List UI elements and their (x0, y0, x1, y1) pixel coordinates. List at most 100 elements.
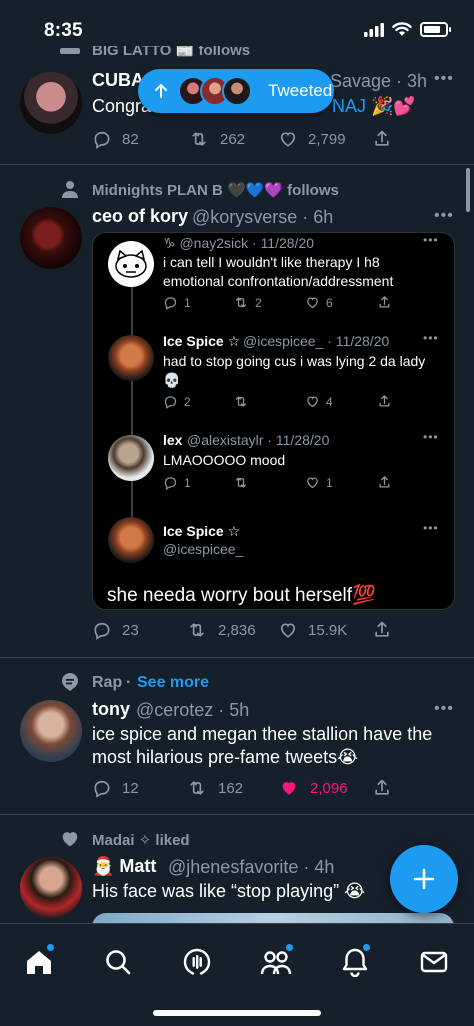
quote-like: 1 (305, 475, 333, 490)
reply-count: 1 (184, 475, 191, 490)
quote-handle: @icespicee_ · 11/28/20 (243, 333, 390, 349)
tweet-author-handle[interactable]: @cerotez · 5h (136, 700, 249, 721)
reply-count: 1 (184, 295, 191, 310)
avatar[interactable] (20, 857, 82, 919)
tweet-author-name[interactable]: 🎅 Matt (92, 856, 156, 877)
quote-retweet: 2 (233, 295, 262, 310)
tweet-author-name[interactable]: CUBA (92, 70, 144, 91)
tab-home[interactable] (19, 942, 59, 982)
compose-tweet-button[interactable] (390, 845, 458, 913)
retweet-icon (236, 396, 246, 407)
reply-icon (94, 780, 110, 798)
like-button[interactable]: 2,096 (278, 778, 348, 798)
image-caption: she needa worry bout herself💯 (107, 585, 376, 606)
embedded-thread-image[interactable]: ♑ @nay2sick · 11/28/20 i can tell I woul… (92, 232, 455, 610)
avatar (108, 435, 154, 481)
tab-messages[interactable] (414, 942, 454, 982)
tweet-author-handle[interactable]: @korysverse · 6h (192, 207, 333, 228)
thread-line (131, 287, 133, 517)
unread-dot (363, 944, 370, 951)
quote-name: Ice Spice ☆ (163, 333, 241, 349)
retweet-icon (236, 297, 246, 308)
tab-communities[interactable] (256, 942, 296, 982)
tab-search[interactable] (98, 942, 138, 982)
retweet-icon (236, 477, 246, 488)
scrollbar[interactable] (466, 168, 470, 212)
heart-icon (307, 477, 318, 489)
tweet-text: His face was like “stop playing” 😭 (92, 881, 366, 901)
cellular-signal-icon (364, 22, 384, 37)
like-count: 1 (326, 475, 333, 490)
status-icons (364, 22, 451, 37)
see-more-link[interactable]: See more (137, 674, 209, 692)
quote-handle: @alexistaylr · 11/28/20 (187, 432, 330, 448)
compose-icon (413, 868, 435, 890)
avatar (108, 241, 154, 287)
pill-avatars (178, 76, 252, 106)
avatar (108, 517, 154, 563)
reply-button[interactable]: 82 (92, 129, 139, 149)
like-count: 15.9K (308, 621, 348, 639)
share-icon (379, 395, 390, 407)
share-icon (379, 476, 390, 488)
more-icon[interactable]: ••• (434, 70, 454, 88)
retweet-button[interactable]: 162 (186, 778, 243, 798)
topic-label[interactable]: Rap (92, 674, 122, 692)
tweet-author-name[interactable]: tony (92, 699, 130, 720)
like-count: 2,799 (308, 130, 346, 148)
like-count: 2,096 (310, 779, 348, 797)
quote-like: 4 (305, 394, 333, 409)
retweet-count: 2,836 (218, 621, 256, 639)
context-person-icon (60, 48, 80, 54)
tweeted-label: Tweeted (268, 81, 333, 100)
tweet-text: ice spice and megan thee stallion have t… (92, 724, 433, 767)
tweet-author-handle[interactable]: Savage · 3h (330, 71, 427, 92)
quote-text: had to stop going cus i was lying 2 da l… (163, 353, 426, 388)
avatar[interactable] (20, 207, 82, 269)
like-button[interactable]: 15.9K (278, 620, 347, 640)
avatar[interactable] (20, 700, 82, 762)
messages-icon (420, 951, 448, 973)
tab-notifications[interactable] (335, 942, 375, 982)
reply-icon (164, 477, 177, 490)
avatar (108, 335, 154, 381)
more-icon: ••• (423, 521, 439, 535)
more-icon: ••• (423, 233, 439, 247)
reply-icon (164, 396, 177, 409)
retweet-count: 262 (220, 130, 246, 148)
tweet-author-name[interactable]: ceo of kory (92, 206, 188, 227)
quote-text: LMAOOOOO mood (163, 452, 286, 468)
heart-filled-icon (282, 782, 296, 795)
more-icon[interactable]: ••• (434, 700, 454, 718)
avatar[interactable] (20, 72, 82, 134)
heart-context-icon (62, 832, 78, 847)
tweet-3[interactable]: Rap · See more tony @cerotez · 5h ••• ic… (0, 658, 474, 814)
reply-button[interactable]: 12 (92, 778, 139, 798)
tweet-author-handle[interactable]: @jhenesfavorite · 4h (168, 857, 334, 878)
unread-dot (286, 944, 293, 951)
media-preview[interactable] (92, 913, 454, 923)
arrow-up-icon (155, 83, 167, 98)
notifications-icon (342, 948, 368, 977)
quote-handle: ♑ @nay2sick · 11/28/20 (163, 235, 315, 251)
retweet-button[interactable]: 262 (188, 129, 245, 149)
more-icon[interactable]: ••• (434, 207, 454, 225)
retweet-count: 2 (255, 295, 262, 310)
quote-like: 6 (305, 295, 333, 310)
quote-reply: 1 (163, 295, 191, 310)
like-button[interactable]: 2,799 (278, 129, 346, 149)
reply-button[interactable]: 23 (92, 620, 139, 640)
unread-dot (47, 944, 54, 951)
share-button[interactable] (372, 129, 392, 149)
tab-spaces[interactable] (177, 942, 217, 982)
share-button[interactable] (372, 778, 392, 798)
battery-icon (420, 22, 451, 37)
share-button[interactable] (372, 620, 392, 640)
tweet-context: Madai ✧ liked (92, 832, 190, 849)
retweet-button[interactable]: 2,836 (186, 620, 256, 640)
reply-count: 12 (122, 779, 139, 797)
spaces-icon (183, 948, 211, 975)
tweeted-pill[interactable]: Tweeted (138, 69, 334, 113)
quote-reply: 2 (163, 394, 191, 409)
retweet-count: 162 (218, 779, 244, 797)
